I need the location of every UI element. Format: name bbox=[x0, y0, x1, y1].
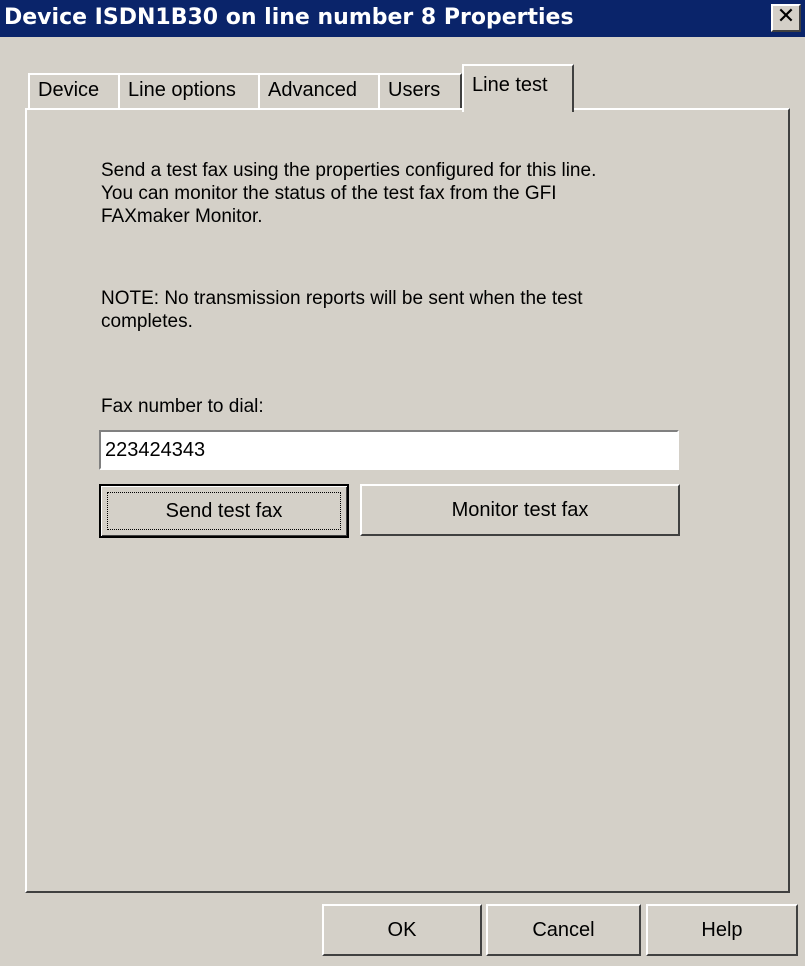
tab-line-options-label: Line options bbox=[128, 79, 236, 101]
title-bar: Device ISDN1B30 on line number 8 Propert… bbox=[0, 0, 805, 37]
close-button[interactable]: ✕ bbox=[771, 4, 801, 32]
note-line-1: NOTE: No transmission reports will be se… bbox=[101, 288, 583, 309]
close-icon: ✕ bbox=[776, 4, 796, 29]
window-title: Device ISDN1B30 on line number 8 Propert… bbox=[4, 5, 574, 30]
tab-line-test-label: Line test bbox=[472, 74, 548, 96]
help-button[interactable]: Help bbox=[646, 904, 798, 956]
monitor-test-fax-label: Monitor test fax bbox=[451, 498, 589, 521]
cancel-button[interactable]: Cancel bbox=[486, 904, 641, 956]
properties-dialog: Device ISDN1B30 on line number 8 Propert… bbox=[0, 0, 805, 966]
tab-advanced[interactable]: Advanced bbox=[258, 73, 380, 109]
tab-device-label: Device bbox=[38, 79, 100, 101]
tab-device[interactable]: Device bbox=[28, 73, 120, 109]
description-line-3: FAXmaker Monitor. bbox=[101, 206, 263, 227]
monitor-test-fax-button[interactable]: Monitor test fax bbox=[360, 484, 680, 536]
tab-users[interactable]: Users bbox=[378, 73, 462, 109]
send-test-fax-button[interactable]: Send test fax bbox=[99, 484, 349, 538]
description-line-1: Send a test fax using the properties con… bbox=[101, 160, 597, 181]
ok-button[interactable]: OK bbox=[322, 904, 482, 956]
fax-number-input[interactable] bbox=[99, 430, 679, 470]
tab-users-label: Users bbox=[388, 79, 441, 101]
tab-advanced-label: Advanced bbox=[268, 79, 357, 101]
tab-line-options[interactable]: Line options bbox=[118, 73, 260, 109]
description-line-2: You can monitor the status of the test f… bbox=[101, 183, 557, 204]
cancel-label: Cancel bbox=[532, 918, 595, 941]
send-test-fax-label: Send test fax bbox=[107, 492, 341, 530]
help-label: Help bbox=[701, 918, 743, 941]
ok-label: OK bbox=[387, 918, 417, 941]
fax-number-label: Fax number to dial: bbox=[101, 396, 264, 417]
tab-line-test[interactable]: Line test bbox=[462, 64, 574, 112]
note-line-2: completes. bbox=[101, 311, 193, 332]
